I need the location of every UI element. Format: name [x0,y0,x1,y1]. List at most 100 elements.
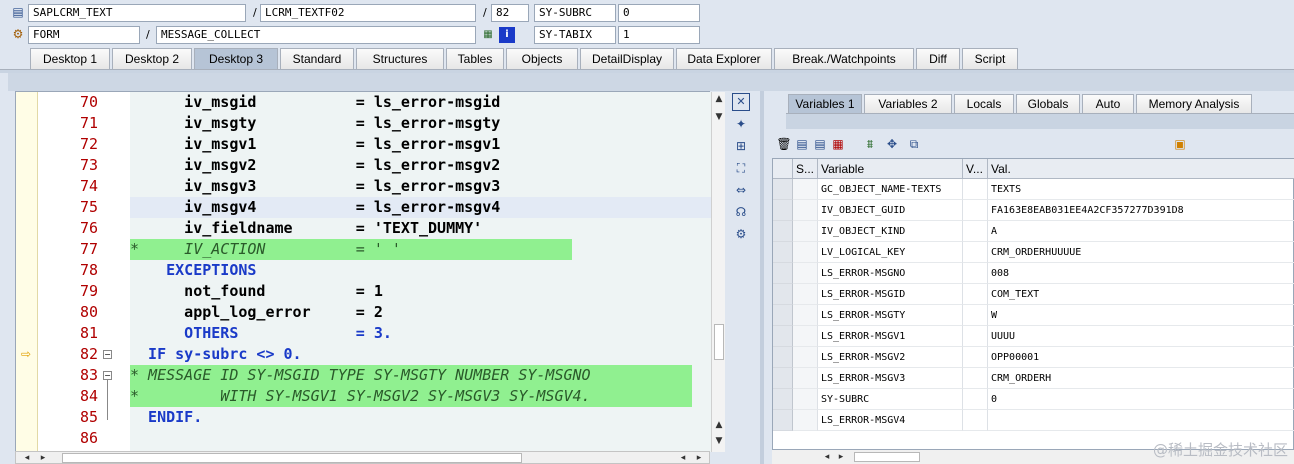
variable-name[interactable]: LV_LOGICAL_KEY [818,242,963,263]
table-scroll-thumb[interactable] [854,452,920,462]
scroll-left-icon[interactable]: ◂ [820,450,834,464]
variable-name[interactable]: LS_ERROR-MSGV3 [818,368,963,389]
select-icon[interactable]: ▤ [794,136,810,152]
scroll-up-icon[interactable]: ▲ [712,92,726,106]
scroll-left-icon[interactable]: ◂ [20,451,34,464]
tab-desktop-1[interactable]: Desktop 1 [30,48,110,70]
tab-desktop-2[interactable]: Desktop 2 [112,48,192,70]
editor-horizontal-scrollbar[interactable]: ◂ ▸ ◂ ▸ [15,451,710,464]
var2-value-field[interactable]: 1 [618,26,700,44]
column-header-variable[interactable]: Variable [818,159,963,179]
tab-diff[interactable]: Diff [916,48,960,70]
settings-icon[interactable]: ⚙ [732,225,750,243]
table-row[interactable]: LS_ERROR-MSGTY W [773,305,1294,326]
table-row[interactable]: LS_ERROR-MSGV3 CRM_ORDERH [773,368,1294,389]
column-header-value[interactable]: Val. [988,159,1294,179]
variable-name[interactable]: LS_ERROR-MSGV4 [818,410,963,431]
var1-name-field[interactable]: SY-SUBRC [534,4,616,22]
tab-structures[interactable]: Structures [356,48,444,70]
row-selector[interactable] [773,221,793,242]
display-icon[interactable]: ▦ [480,27,496,43]
tab-locals[interactable]: Locals [954,94,1014,114]
tab-auto[interactable]: Auto [1082,94,1134,114]
variable-name[interactable]: GC_OBJECT_NAME-TEXTS [818,179,963,200]
editor-vertical-scrollbar[interactable]: ▲ ▼ ▲ ▼ [711,92,725,452]
move-icon[interactable]: ✥ [884,136,900,152]
tab-data-explorer[interactable]: Data Explorer [676,48,772,70]
table-row[interactable]: LS_ERROR-MSGV2 OPP00001 [773,347,1294,368]
variable-name[interactable]: IV_OBJECT_KIND [818,221,963,242]
scroll-down-icon[interactable]: ▼ [712,110,726,124]
scroll-right-icon[interactable]: ▸ [834,450,848,464]
table-row[interactable]: LS_ERROR-MSGID COM_TEXT [773,284,1294,305]
column-header-v[interactable]: V... [963,159,988,179]
var2-name-field[interactable]: SY-TABIX [534,26,616,44]
var1-value-field[interactable]: 0 [618,4,700,22]
tab-standard[interactable]: Standard [280,48,354,70]
table-row[interactable]: GC_OBJECT_NAME-TEXTS TEXTS [773,179,1294,200]
variable-value[interactable] [988,410,1294,431]
type-field[interactable]: FORM [28,26,140,44]
scroll-down-icon[interactable]: ▼ [712,434,726,448]
variable-value[interactable]: FA163E8EAB031EE4A2CF357277D391D8 [988,200,1294,221]
delete-icon[interactable]: 🗑 [776,136,792,152]
variable-value[interactable]: TEXTS [988,179,1294,200]
tab-desktop-3[interactable]: Desktop 3 [194,48,278,70]
source-code-editor[interactable]: 70 iv_msgid = ls_error-msgid 71 iv_msgty… [15,91,725,452]
variable-value[interactable]: CRM_ORDERHUUUUE [988,242,1294,263]
swap-icon[interactable]: ⇔ [732,181,750,199]
tree-icon[interactable]: ⊞ [732,137,750,155]
row-selector[interactable] [773,200,793,221]
variable-name[interactable]: LS_ERROR-MSGV1 [818,326,963,347]
variable-name[interactable]: IV_OBJECT_GUID [818,200,963,221]
variable-value[interactable]: UUUU [988,326,1294,347]
variable-name[interactable]: LS_ERROR-MSGID [818,284,963,305]
scroll-up-icon[interactable]: ▲ [712,418,726,432]
table-row[interactable]: LS_ERROR-MSGNO 008 [773,263,1294,284]
line-field[interactable]: 82 [491,4,529,22]
fold-toggle-icon[interactable]: − [103,371,112,380]
select-block-icon[interactable]: ▤ [812,136,828,152]
close-icon[interactable]: ✕ [732,93,750,111]
tab-tables[interactable]: Tables [446,48,504,70]
variable-value[interactable]: 0 [988,389,1294,410]
scroll-right-icon[interactable]: ▸ [692,451,706,464]
tab-objects[interactable]: Objects [506,48,578,70]
tab-script[interactable]: Script [962,48,1018,70]
hierarchy-icon[interactable]: ⩩ [862,136,878,152]
row-selector[interactable] [773,263,793,284]
include-field[interactable]: LCRM_TEXTF02 [260,4,476,22]
variable-name[interactable]: SY-SUBRC [818,389,963,410]
row-selector[interactable] [773,305,793,326]
row-selector[interactable] [773,368,793,389]
row-selector[interactable] [773,242,793,263]
variable-value[interactable]: A [988,221,1294,242]
table-row[interactable]: IV_OBJECT_KIND A [773,221,1294,242]
row-selector[interactable] [773,326,793,347]
window-icon[interactable]: ⧉ [906,136,922,152]
program-field[interactable]: SAPLCRM_TEXT [28,4,246,22]
tab-detaildisplay[interactable]: DetailDisplay [580,48,674,70]
save-icon[interactable]: ▣ [1172,136,1188,152]
row-selector[interactable] [773,389,793,410]
row-selector[interactable] [773,284,793,305]
table-row[interactable]: SY-SUBRC 0 [773,389,1294,410]
hscroll-thumb[interactable] [62,453,522,463]
variable-name[interactable]: LS_ERROR-MSGNO [818,263,963,284]
variable-value[interactable]: 008 [988,263,1294,284]
row-selector[interactable] [773,347,793,368]
variable-name[interactable]: LS_ERROR-MSGV2 [818,347,963,368]
scroll-left-icon[interactable]: ◂ [676,451,690,464]
tab-memory-analysis[interactable]: Memory Analysis [1136,94,1252,114]
row-selector[interactable] [773,179,793,200]
column-header-s[interactable]: S... [793,159,818,179]
table-row[interactable]: LS_ERROR-MSGV4 [773,410,1294,431]
maximize-icon[interactable]: ⛶ [732,159,750,177]
scroll-thumb[interactable] [714,324,724,360]
headset-icon[interactable]: ☊ [732,203,750,221]
table-row[interactable]: LS_ERROR-MSGV1 UUUU [773,326,1294,347]
variable-value[interactable]: CRM_ORDERH [988,368,1294,389]
table-row[interactable]: IV_OBJECT_GUID FA163E8EAB031EE4A2CF35727… [773,200,1294,221]
variable-value[interactable]: W [988,305,1294,326]
tab-variables-2[interactable]: Variables 2 [864,94,952,114]
